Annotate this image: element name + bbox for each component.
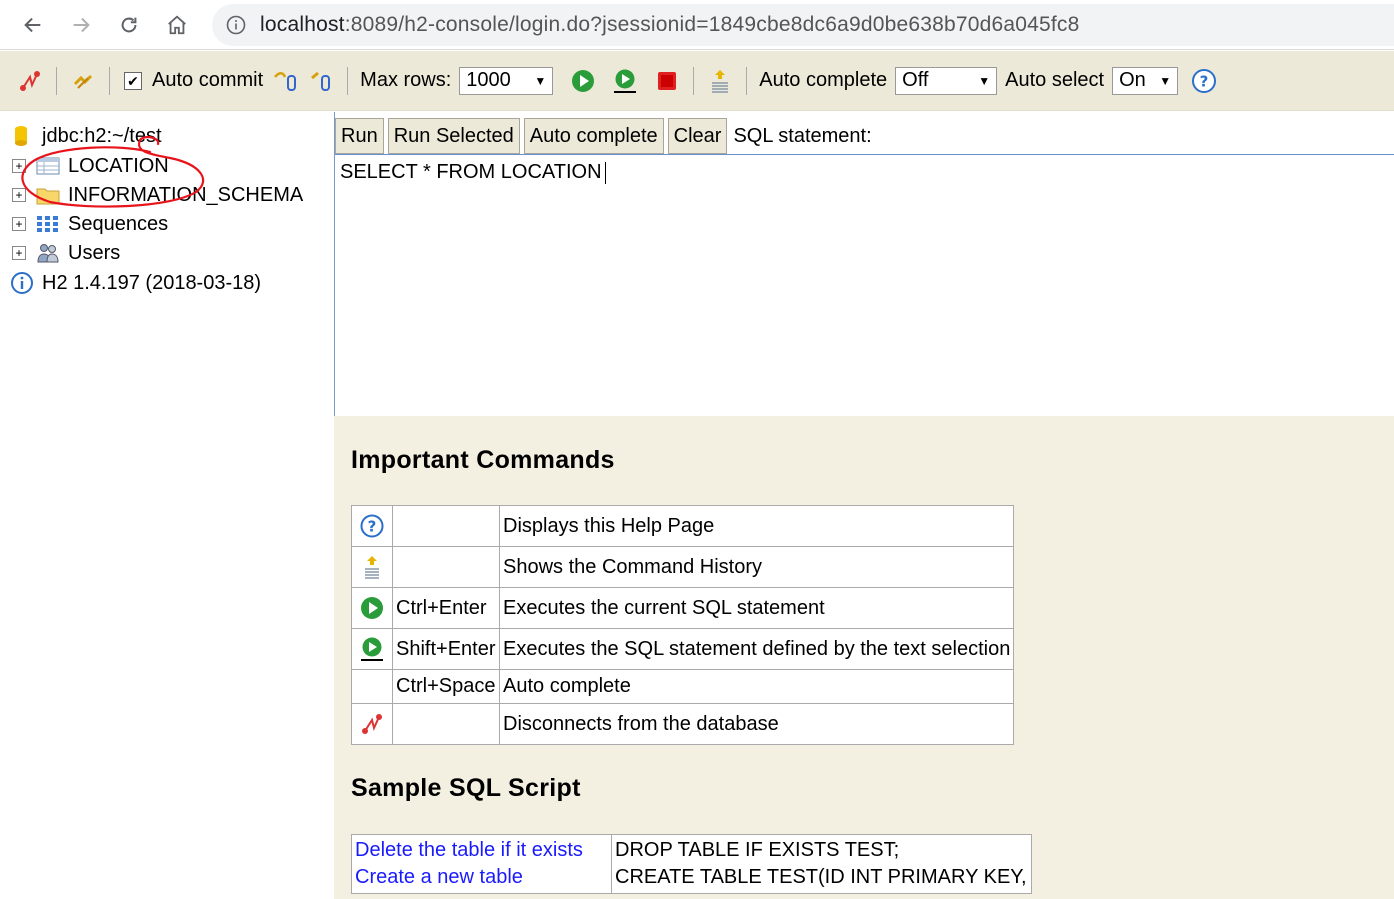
- forward-arrow-icon: [73, 17, 90, 33]
- table-row: Shift+Enter Executes the SQL statement d…: [351, 628, 1015, 670]
- run-selected-icon: [361, 637, 383, 661]
- run-icon[interactable]: [569, 67, 597, 95]
- address-bar[interactable]: localhost:8089/h2-console/login.do?jsess…: [212, 4, 1394, 46]
- max-rows-select[interactable]: 1000 ▼: [459, 66, 554, 95]
- commands-table: ? Displays this Help Page Shows the Comm…: [351, 505, 1015, 745]
- auto-complete-select[interactable]: Off ▼: [895, 66, 998, 95]
- sample-sql-line: CREATE TABLE TEST(ID INT PRIMARY KEY,: [615, 866, 1027, 888]
- auto-complete-button[interactable]: Auto complete: [523, 118, 664, 154]
- annotation-circle: [21, 135, 205, 208]
- text-caret: [604, 161, 606, 184]
- toolbar-separator: [109, 66, 110, 95]
- reload-icon: [121, 17, 137, 33]
- command-keys: [392, 703, 500, 745]
- command-keys: [392, 505, 500, 547]
- command-keys: [392, 546, 500, 588]
- toolbar-separator: [347, 66, 349, 95]
- run-icon: [361, 597, 383, 619]
- tree-item-label: Users: [68, 241, 121, 264]
- auto-complete-label: Auto complete: [759, 69, 888, 91]
- expand-icon[interactable]: +: [12, 217, 26, 231]
- disconnect-icon: [362, 714, 382, 734]
- table-row: ? Displays this Help Page: [351, 505, 1015, 547]
- home-icon: [168, 15, 186, 35]
- sequences-icon: [36, 212, 60, 236]
- command-keys: Ctrl+Space: [392, 669, 500, 704]
- command-keys: Shift+Enter: [392, 628, 500, 670]
- table-row: Delete the table if it exists Create a n…: [351, 834, 1032, 894]
- toolbar-separator: [746, 66, 748, 95]
- table-row: Disconnects from the database: [351, 703, 1015, 745]
- table-row: Ctrl+Enter Executes the current SQL stat…: [351, 587, 1015, 629]
- tree-item-sequences[interactable]: + Sequences: [12, 210, 168, 238]
- svg-text:?: ?: [1200, 72, 1209, 90]
- refresh-icon[interactable]: [69, 67, 97, 95]
- run-button[interactable]: Run: [335, 118, 384, 154]
- url-text: localhost:8089/h2-console/login.do?jsess…: [260, 13, 1080, 36]
- run-selected-icon[interactable]: [611, 67, 639, 95]
- sample-sql-line: DROP TABLE IF EXISTS TEST;: [615, 839, 900, 861]
- object-tree: jdbc:h2:~/test + LOCATION + INFORMATION_…: [0, 112, 334, 899]
- stop-icon[interactable]: [653, 67, 681, 95]
- h2-toolbar: ✔ Auto commit Max rows: 1000 ▼ Auto compl…: [0, 51, 1394, 111]
- users-icon: [36, 241, 60, 265]
- command-desc: Displays this Help Page: [498, 505, 1015, 547]
- clear-button[interactable]: Clear: [667, 118, 728, 154]
- tree-version-label: H2 1.4.197 (2018-03-18): [42, 271, 262, 294]
- command-keys: Ctrl+Enter: [392, 587, 500, 629]
- sample-link-create[interactable]: Create a new table: [355, 866, 523, 888]
- history-icon[interactable]: [706, 67, 734, 95]
- reload-button[interactable]: [112, 8, 146, 42]
- tree-item-users[interactable]: + Users: [12, 239, 120, 267]
- help-icon: ?: [360, 514, 384, 538]
- sql-text: SELECT * FROM LOCATION: [340, 161, 602, 183]
- important-commands-heading: Important Commands: [351, 446, 615, 474]
- sql-statement-label: SQL statement:: [733, 124, 872, 147]
- toolbar-separator: [693, 66, 695, 95]
- info-icon: [10, 271, 34, 295]
- auto-select-select[interactable]: On ▼: [1112, 66, 1179, 95]
- tree-item-label: Sequences: [68, 212, 169, 235]
- command-desc: Executes the SQL statement defined by th…: [498, 628, 1015, 670]
- history-icon: [365, 556, 379, 579]
- toolbar-separator: [56, 66, 57, 95]
- back-button[interactable]: [16, 8, 50, 42]
- expand-icon[interactable]: +: [12, 246, 26, 260]
- svg-text:?: ?: [368, 518, 377, 536]
- sample-sql-heading: Sample SQL Script: [351, 774, 581, 802]
- command-desc: Shows the Command History: [498, 546, 1015, 588]
- home-button[interactable]: [160, 8, 194, 42]
- sql-editor[interactable]: SELECT * FROM LOCATION: [335, 154, 1394, 416]
- table-row: Ctrl+Space Auto complete: [351, 669, 1015, 704]
- forward-button[interactable]: [64, 8, 98, 42]
- command-desc: Disconnects from the database: [498, 703, 1015, 745]
- rollback-icon[interactable]: [307, 67, 335, 95]
- disconnect-icon[interactable]: [16, 67, 44, 95]
- tree-version: H2 1.4.197 (2018-03-18): [10, 269, 261, 297]
- help-icon[interactable]: ?: [1190, 67, 1218, 95]
- commit-icon[interactable]: [271, 67, 299, 95]
- command-desc: Executes the current SQL statement: [498, 587, 1015, 629]
- auto-select-label: Auto select: [1005, 69, 1105, 91]
- sample-link-drop[interactable]: Delete the table if it exists: [355, 839, 583, 861]
- info-icon[interactable]: [226, 15, 246, 35]
- help-panel: Important Commands ? Displays this Help …: [334, 416, 1394, 899]
- query-button-bar: Run Run Selected Auto complete Clear SQL…: [335, 116, 872, 156]
- command-desc: Auto complete: [498, 669, 1015, 704]
- back-arrow-icon: [24, 17, 41, 33]
- max-rows-label: Max rows:: [360, 69, 452, 91]
- auto-commit-checkbox[interactable]: ✔: [124, 71, 142, 90]
- query-panel: Run Run Selected Auto complete Clear SQL…: [334, 112, 1394, 416]
- table-row: Shows the Command History: [351, 546, 1015, 588]
- auto-commit-label: Auto commit: [152, 69, 264, 91]
- run-selected-button[interactable]: Run Selected: [387, 118, 520, 154]
- sample-sql-table: Delete the table if it exists Create a n…: [351, 834, 1032, 894]
- browser-toolbar: localhost:8089/h2-console/login.do?jsess…: [0, 0, 1394, 50]
